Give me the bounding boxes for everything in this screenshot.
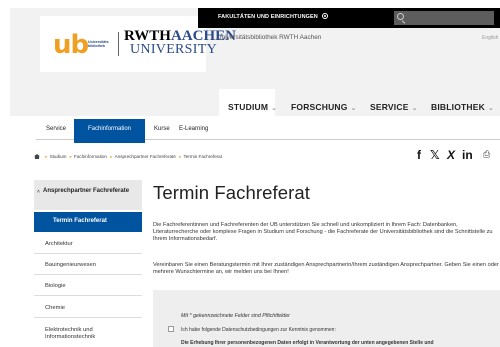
privacy-checkbox[interactable] — [168, 326, 174, 332]
tab-e-learning[interactable]: E-Learning — [179, 126, 208, 132]
logo-divider — [118, 32, 119, 56]
breadcrumb-item[interactable]: Studium — [50, 154, 67, 159]
rwth-logo-university: UNIVERSITY — [130, 42, 217, 57]
privacy-text: Die Erhebung Ihrer personenbezogenen Dat… — [181, 340, 434, 346]
sidebar-heading[interactable]: ˄ Ansprechpartner Fachreferate — [34, 180, 142, 210]
home-icon[interactable] — [34, 154, 40, 159]
page-title: Termin Fachreferat — [153, 182, 311, 203]
faculties-toggle-icon — [321, 13, 328, 19]
linkedin-icon[interactable]: in — [462, 148, 473, 162]
main-nav: STUDIUM ⌄ FORSCHUNG ⌄ SERVICE ⌄ BIBLIOTHEK ⌄ — [10, 98, 500, 116]
tab-kurse[interactable]: Kurse — [154, 126, 170, 132]
appointment-paragraph: Vereinbaren Sie einen Beratungstermin mi… — [153, 262, 499, 275]
sidebar-item-termin-fachreferat[interactable]: Termin Fachreferat — [34, 212, 142, 232]
chevron-icon: ˄ — [37, 189, 40, 195]
sidebar-item-chemie[interactable]: Chemie — [34, 298, 142, 318]
facebook-icon[interactable]: f — [417, 148, 421, 162]
required-fields-note: Mit * gekennzeichnete Felder sind Pflich… — [181, 313, 290, 319]
breadcrumb-current: Termin Fachreferat — [183, 154, 223, 159]
sidebar-item-elektrotechnik[interactable]: Elektrotechnik und Informationstechnik — [34, 322, 142, 346]
tab-service[interactable]: Service — [46, 126, 66, 132]
ub-logo-subtitle: Universitäts bibliothek — [88, 40, 109, 49]
appointment-form: Mit * gekennzeichnete Felder sind Pflich… — [153, 290, 500, 347]
top-bar: FAKULTÄTEN UND EINRICHTUNGEN — [198, 8, 500, 28]
sidebar-item-biologie[interactable]: Biologie — [34, 276, 142, 296]
main-nav-item-bibliothek[interactable]: BIBLIOTHEK ⌄ — [431, 102, 494, 112]
library-title[interactable]: Universitätsbibliothek RWTH Aachen — [217, 34, 321, 41]
search-icon — [397, 13, 404, 20]
site-logo[interactable]: ub Universitäts bibliothek RWTHAACHEN UNI… — [40, 16, 236, 72]
search-input[interactable] — [394, 11, 494, 25]
faculties-menu[interactable]: FAKULTÄTEN UND EINRICHTUNGEN — [218, 13, 328, 20]
chevron-down-icon: ⌄ — [350, 105, 357, 112]
ub-logo: ub — [53, 30, 89, 60]
sidebar-item-bauingenieurwesen[interactable]: Bauingenieurwesen — [34, 255, 142, 275]
main-nav-item-studium[interactable]: STUDIUM ⌄ — [228, 102, 277, 112]
intro-paragraph: Die Fachreferentinnen und Fachreferenten… — [153, 222, 493, 242]
breadcrumb-item[interactable]: Fachinformation — [74, 154, 107, 159]
privacy-checkbox-label: Ich habe folgende Datenschutzbedingungen… — [181, 327, 336, 333]
tab-fachinformation[interactable]: Fachinformation — [74, 119, 145, 143]
chevron-down-icon: ⌄ — [411, 105, 418, 112]
xing-icon[interactable]: X — [447, 148, 455, 162]
chevron-down-icon: ⌄ — [271, 105, 278, 112]
main-nav-item-forschung[interactable]: FORSCHUNG ⌄ — [291, 102, 357, 112]
main-nav-item-service[interactable]: SERVICE ⌄ — [370, 102, 418, 112]
sub-nav: Service Fachinformation Kurse E-Learning — [36, 119, 500, 143]
language-link[interactable]: English — [482, 35, 498, 41]
breadcrumb: ▸ Studium ▸ Fachinformation ▸ Ansprechpartn… — [34, 154, 222, 160]
print-icon[interactable]: ⎙ — [483, 150, 490, 160]
twitter-icon[interactable]: 𝕏 — [430, 148, 440, 162]
chevron-down-icon: ⌄ — [487, 105, 495, 112]
breadcrumb-item[interactable]: Ansprechpartner Fachreferate — [115, 154, 176, 159]
page: ub Universitäts bibliothek RWTHAACHEN UNI… — [0, 0, 500, 347]
sidebar-item-architektur[interactable]: Architektur — [34, 234, 142, 254]
